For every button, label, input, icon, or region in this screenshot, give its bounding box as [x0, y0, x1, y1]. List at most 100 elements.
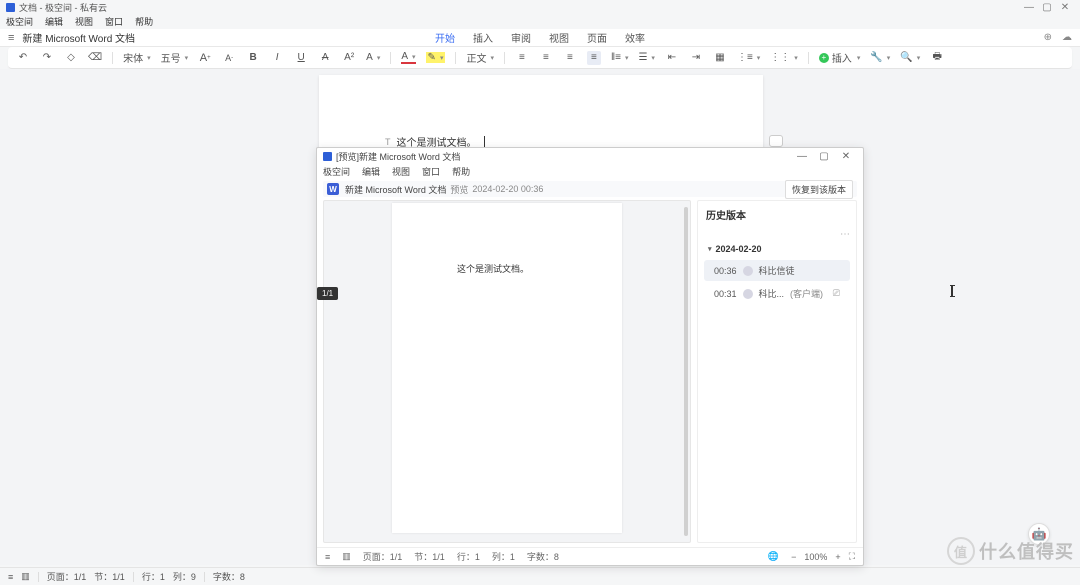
- tab-view[interactable]: 视图: [549, 30, 569, 45]
- tab-start[interactable]: 开始: [435, 30, 455, 45]
- menu-view[interactable]: 视图: [75, 15, 93, 28]
- version-time: 00:36: [714, 266, 737, 276]
- tab-insert[interactable]: 插入: [473, 30, 493, 45]
- pv-menu-view[interactable]: 视图: [392, 165, 410, 178]
- clear-format-button[interactable]: ⌫: [88, 51, 102, 65]
- tab-page[interactable]: 页面: [587, 30, 607, 45]
- menu-jikongjian[interactable]: 极空间: [6, 15, 33, 28]
- case-button[interactable]: A: [366, 52, 380, 63]
- cloud-icon[interactable]: ☁: [1062, 32, 1072, 43]
- tool-wrench-button[interactable]: 🔧: [870, 52, 890, 63]
- minimize-button[interactable]: —: [1020, 2, 1038, 13]
- preview-meta-label: 预览: [450, 183, 468, 196]
- history-more-icon[interactable]: ⋯: [840, 229, 850, 240]
- comment-icon[interactable]: ⊕: [1044, 32, 1052, 43]
- history-date-group[interactable]: 2024-02-20: [702, 240, 852, 258]
- pv-status-section: 节：1/1: [414, 550, 445, 563]
- preview-title: [预览]新建 Microsoft Word 文档: [336, 150, 460, 163]
- preview-page-frame: 1/1 这个是测试文档。: [323, 200, 691, 543]
- align-center-button[interactable]: ≡: [539, 51, 553, 65]
- font-family-select[interactable]: 宋体: [123, 50, 151, 65]
- preview-body-text: 这个是测试文档。: [457, 262, 529, 275]
- undo-button[interactable]: ↶: [16, 51, 30, 65]
- avatar-icon: [743, 289, 753, 299]
- indent-button[interactable]: ⇥: [689, 51, 703, 65]
- list-bullet-button[interactable]: ☰: [638, 52, 654, 63]
- numbered-list-button[interactable]: ⋮≡: [737, 52, 760, 63]
- menu-window[interactable]: 窗口: [105, 15, 123, 28]
- preview-doc-name: 新建 Microsoft Word 文档: [345, 183, 446, 196]
- pv-layout-page-icon[interactable]: ▥: [342, 551, 351, 562]
- status-col: 列：9: [173, 570, 196, 583]
- italic-button[interactable]: I: [270, 51, 284, 65]
- search-button[interactable]: 🔍: [900, 52, 920, 63]
- align-right-button[interactable]: ≡: [563, 51, 577, 65]
- zoom-in-button[interactable]: +: [835, 552, 840, 562]
- underline-button[interactable]: U: [294, 51, 308, 65]
- history-title: 历史版本: [702, 207, 852, 222]
- pv-menu-edit[interactable]: 编辑: [362, 165, 380, 178]
- layout-list-icon[interactable]: ≡: [8, 572, 13, 582]
- line-spacing-button[interactable]: ‖≡: [611, 52, 628, 63]
- hamburger-icon[interactable]: ≡: [8, 32, 14, 44]
- pv-menu-help[interactable]: 帮助: [452, 165, 470, 178]
- preview-maximize-button[interactable]: ▢: [813, 151, 835, 162]
- tab-review[interactable]: 审阅: [511, 30, 531, 45]
- window-title: 文档 - 极空间 - 私有云: [19, 1, 107, 14]
- close-button[interactable]: ✕: [1056, 2, 1074, 13]
- strike-button[interactable]: A: [318, 51, 332, 65]
- pv-status-page: 页面：1/1: [363, 550, 403, 563]
- menu-help[interactable]: 帮助: [135, 15, 153, 28]
- app-icon: [6, 3, 15, 12]
- bold-button[interactable]: B: [246, 51, 260, 65]
- preview-app-icon: [323, 152, 332, 161]
- pv-layout-list-icon[interactable]: ≡: [325, 552, 330, 562]
- table-button[interactable]: ▦: [713, 51, 727, 65]
- history-panel: 历史版本 ⋯ 2024-02-20 00:36 科比信徒 00:31 科比...…: [697, 200, 857, 543]
- font-size-select[interactable]: 五号: [161, 50, 189, 65]
- pv-menu-window[interactable]: 窗口: [422, 165, 440, 178]
- pv-status-col: 列：1: [492, 550, 515, 563]
- format-painter-button[interactable]: ◇: [64, 51, 78, 65]
- version-user: 科比信徒: [759, 264, 795, 277]
- pv-lang-icon[interactable]: 🌐: [768, 551, 779, 562]
- tab-efficiency[interactable]: 效率: [625, 30, 645, 45]
- layout-page-icon[interactable]: ▥: [21, 571, 30, 582]
- comment-bubble-icon[interactable]: [769, 135, 783, 147]
- avatar-icon: [743, 266, 753, 276]
- doc-header: ≡ 新建 Microsoft Word 文档 开始 插入 审阅 视图 页面 效率…: [0, 29, 1080, 47]
- print-button[interactable]: 🖶: [930, 51, 944, 65]
- pv-menu-jikongjian[interactable]: 极空间: [323, 165, 350, 178]
- zoom-out-button[interactable]: −: [791, 552, 796, 562]
- document-title: 新建 Microsoft Word 文档: [22, 30, 135, 45]
- preview-page-badge: 1/1: [317, 287, 338, 300]
- maximize-button[interactable]: ▢: [1038, 2, 1056, 13]
- history-version-0[interactable]: 00:36 科比信徒: [704, 260, 850, 281]
- align-justify-button[interactable]: ≡: [587, 51, 601, 65]
- word-icon: W: [327, 183, 339, 195]
- assistant-bubble[interactable]: 🤖: [1028, 523, 1050, 545]
- font-shrink-button[interactable]: A-: [222, 51, 236, 65]
- insert-button[interactable]: +插入: [819, 50, 861, 65]
- main-titlebar: 文档 - 极空间 - 私有云 — ▢ ✕: [0, 0, 1080, 14]
- menu-edit[interactable]: 编辑: [45, 15, 63, 28]
- preview-close-button[interactable]: ✕: [835, 151, 857, 162]
- highlight-button[interactable]: ✎: [426, 52, 446, 63]
- align-left-button[interactable]: ≡: [515, 51, 529, 65]
- preview-minimize-button[interactable]: —: [791, 151, 813, 162]
- outdent-button[interactable]: ⇤: [665, 51, 679, 65]
- zoom-level: 100%: [804, 552, 827, 562]
- superscript-button[interactable]: A²: [342, 51, 356, 65]
- history-version-1[interactable]: 00:31 科比... (客户端) ⎚: [704, 283, 850, 304]
- multilevel-list-button[interactable]: ⋮⋮: [770, 52, 798, 63]
- paragraph-style-select[interactable]: 正文: [466, 50, 494, 65]
- restore-version-button[interactable]: 恢复到该版本: [785, 180, 853, 199]
- font-grow-button[interactable]: A+: [198, 51, 212, 65]
- version-time: 00:31: [714, 289, 737, 299]
- fit-button[interactable]: ⛶: [849, 551, 855, 562]
- preview-meta-time: 2024-02-20 00:36: [472, 184, 543, 194]
- font-color-button[interactable]: A: [401, 51, 415, 64]
- main-statusbar: ≡ ▥ 页面：1/1 节：1/1 行：1 列：9 字数：8: [0, 567, 1080, 585]
- preview-doc-row: W 新建 Microsoft Word 文档 预览 2024-02-20 00:…: [323, 181, 857, 197]
- redo-button[interactable]: ↷: [40, 51, 54, 65]
